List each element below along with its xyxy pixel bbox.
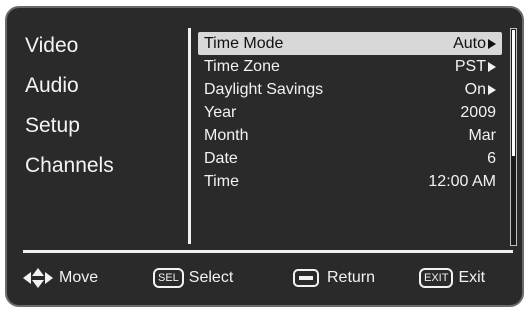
exit-hint: EXIT Exit	[419, 264, 485, 292]
scrollbar-thumb[interactable]	[512, 30, 515, 156]
select-label: Select	[188, 269, 234, 286]
row-value: PST	[454, 58, 486, 75]
return-label: Return	[327, 269, 376, 286]
category-sidebar: Video Audio Setup Channels	[25, 26, 175, 186]
return-hint: Return	[293, 264, 375, 292]
row-label: Daylight Savings	[204, 81, 324, 98]
osd-menu-screen: Video Audio Setup Channels Time Mode Aut…	[5, 6, 524, 307]
row-value: 2009	[460, 104, 496, 121]
menu-row-time-mode[interactable]: Time Mode Auto	[198, 32, 502, 55]
select-hint: SEL Select	[153, 264, 233, 292]
menu-row-time[interactable]: Time 12:00 AM	[198, 170, 502, 193]
sidebar-item-video[interactable]: Video	[25, 26, 175, 66]
sidebar-item-audio[interactable]: Audio	[25, 66, 175, 106]
menu-row-date[interactable]: Date 6	[198, 147, 502, 170]
row-label: Time Mode	[204, 35, 284, 52]
move-label: Move	[59, 269, 99, 286]
return-button-icon	[293, 269, 319, 287]
exit-button-icon: EXIT	[419, 268, 454, 288]
row-label: Time Zone	[204, 58, 280, 75]
sidebar-item-setup[interactable]: Setup	[25, 106, 175, 146]
move-hint: Move	[21, 264, 98, 292]
button-hint-bar: Move SEL Select Return EXIT Exit	[17, 264, 517, 292]
menu-row-daylight-savings[interactable]: Daylight Savings On	[198, 78, 502, 101]
sel-button-icon: SEL	[153, 268, 184, 288]
dpad-arrows-icon	[23, 268, 53, 288]
row-value: 6	[487, 150, 496, 167]
row-value: On	[464, 81, 486, 98]
row-value: 12:00 AM	[428, 173, 496, 190]
row-label: Year	[204, 104, 237, 121]
row-label: Time	[204, 173, 239, 190]
menu-row-time-zone[interactable]: Time Zone PST	[198, 55, 502, 78]
sidebar-item-channels[interactable]: Channels	[25, 146, 175, 186]
menu-scrollbar[interactable]	[510, 28, 517, 246]
row-value: Mar	[468, 127, 496, 144]
time-settings-menu: Time Mode Auto Time Zone PST Daylight Sa…	[198, 32, 502, 193]
row-label: Date	[204, 150, 238, 167]
right-arrow-icon	[488, 38, 496, 49]
menu-row-month[interactable]: Month Mar	[198, 124, 502, 147]
row-value: Auto	[453, 35, 486, 52]
row-label: Month	[204, 127, 249, 144]
right-arrow-icon	[488, 84, 496, 95]
right-arrow-icon	[488, 61, 496, 72]
menu-row-year[interactable]: Year 2009	[198, 101, 502, 124]
vertical-divider	[188, 28, 191, 244]
exit-label: Exit	[458, 269, 486, 286]
footer-divider	[23, 250, 513, 253]
